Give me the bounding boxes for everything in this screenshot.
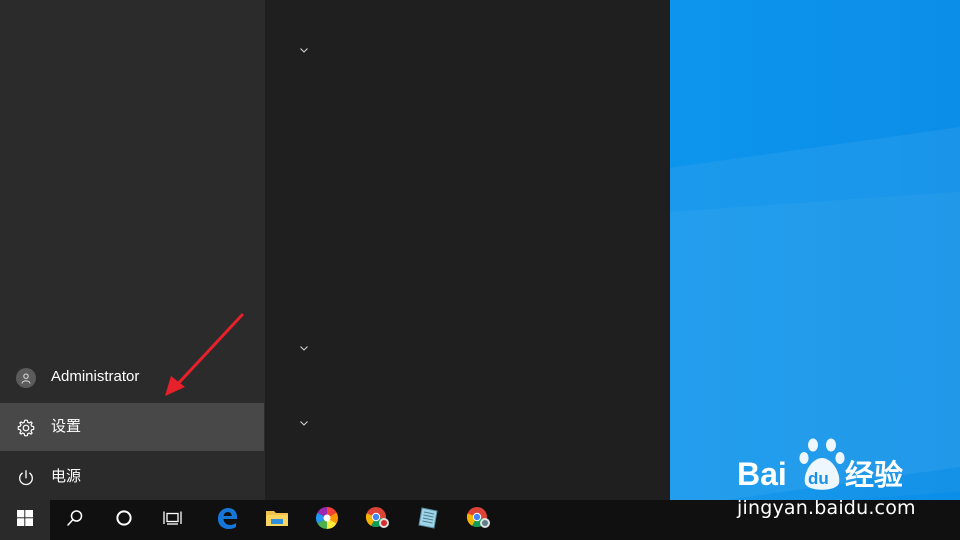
notepad-app-button[interactable] — [403, 500, 453, 540]
start-menu-left-pane: Administrator 设置 电源 — [0, 0, 265, 500]
jingyan-brand-cn: 经验 — [845, 458, 903, 492]
settings-label: 设置 — [51, 418, 82, 435]
gear-icon — [15, 417, 37, 439]
edge-button[interactable] — [202, 500, 252, 540]
power-item[interactable]: 电源 — [0, 453, 264, 501]
start-menu-tiles-pane — [265, 0, 670, 500]
cortana-button[interactable] — [99, 500, 149, 540]
search-icon — [66, 509, 84, 532]
baidu-jingyan-watermark: Bai du 经验 jingyan.baidu.com — [735, 436, 935, 520]
user-avatar-icon — [15, 367, 37, 389]
chrome-icon — [365, 506, 391, 535]
user-account-label: Administrator — [51, 368, 140, 385]
power-label: 电源 — [51, 468, 82, 485]
annotation-arrow — [165, 313, 244, 396]
watermark-url: jingyan.baidu.com — [737, 497, 916, 519]
edge-icon — [215, 506, 239, 535]
power-icon — [15, 467, 37, 489]
chrome-app-2-button[interactable] — [454, 500, 504, 540]
chevron-down-icon[interactable] — [298, 417, 310, 429]
chrome-icon — [466, 506, 492, 535]
file-explorer-button[interactable] — [252, 500, 302, 540]
pinwheel-app-button[interactable] — [302, 500, 352, 540]
chevron-down-icon[interactable] — [298, 342, 310, 354]
task-view-button[interactable] — [148, 500, 198, 540]
search-button[interactable] — [50, 500, 100, 540]
task-view-icon — [163, 510, 183, 531]
baidu-paw-text: du — [808, 469, 829, 488]
folder-icon — [265, 507, 289, 534]
windows-logo-icon — [17, 509, 33, 531]
chrome-app-1-button[interactable] — [353, 500, 403, 540]
baidu-logo: Bai du 经验 — [737, 438, 903, 492]
chevron-down-icon[interactable] — [298, 44, 310, 56]
notebook-icon — [416, 506, 440, 535]
settings-item[interactable]: 设置 — [0, 403, 264, 451]
cortana-circle-icon — [115, 509, 133, 532]
start-button[interactable] — [0, 500, 50, 540]
baidu-brand-latin: Bai — [737, 456, 787, 492]
pinwheel-icon — [315, 506, 339, 535]
